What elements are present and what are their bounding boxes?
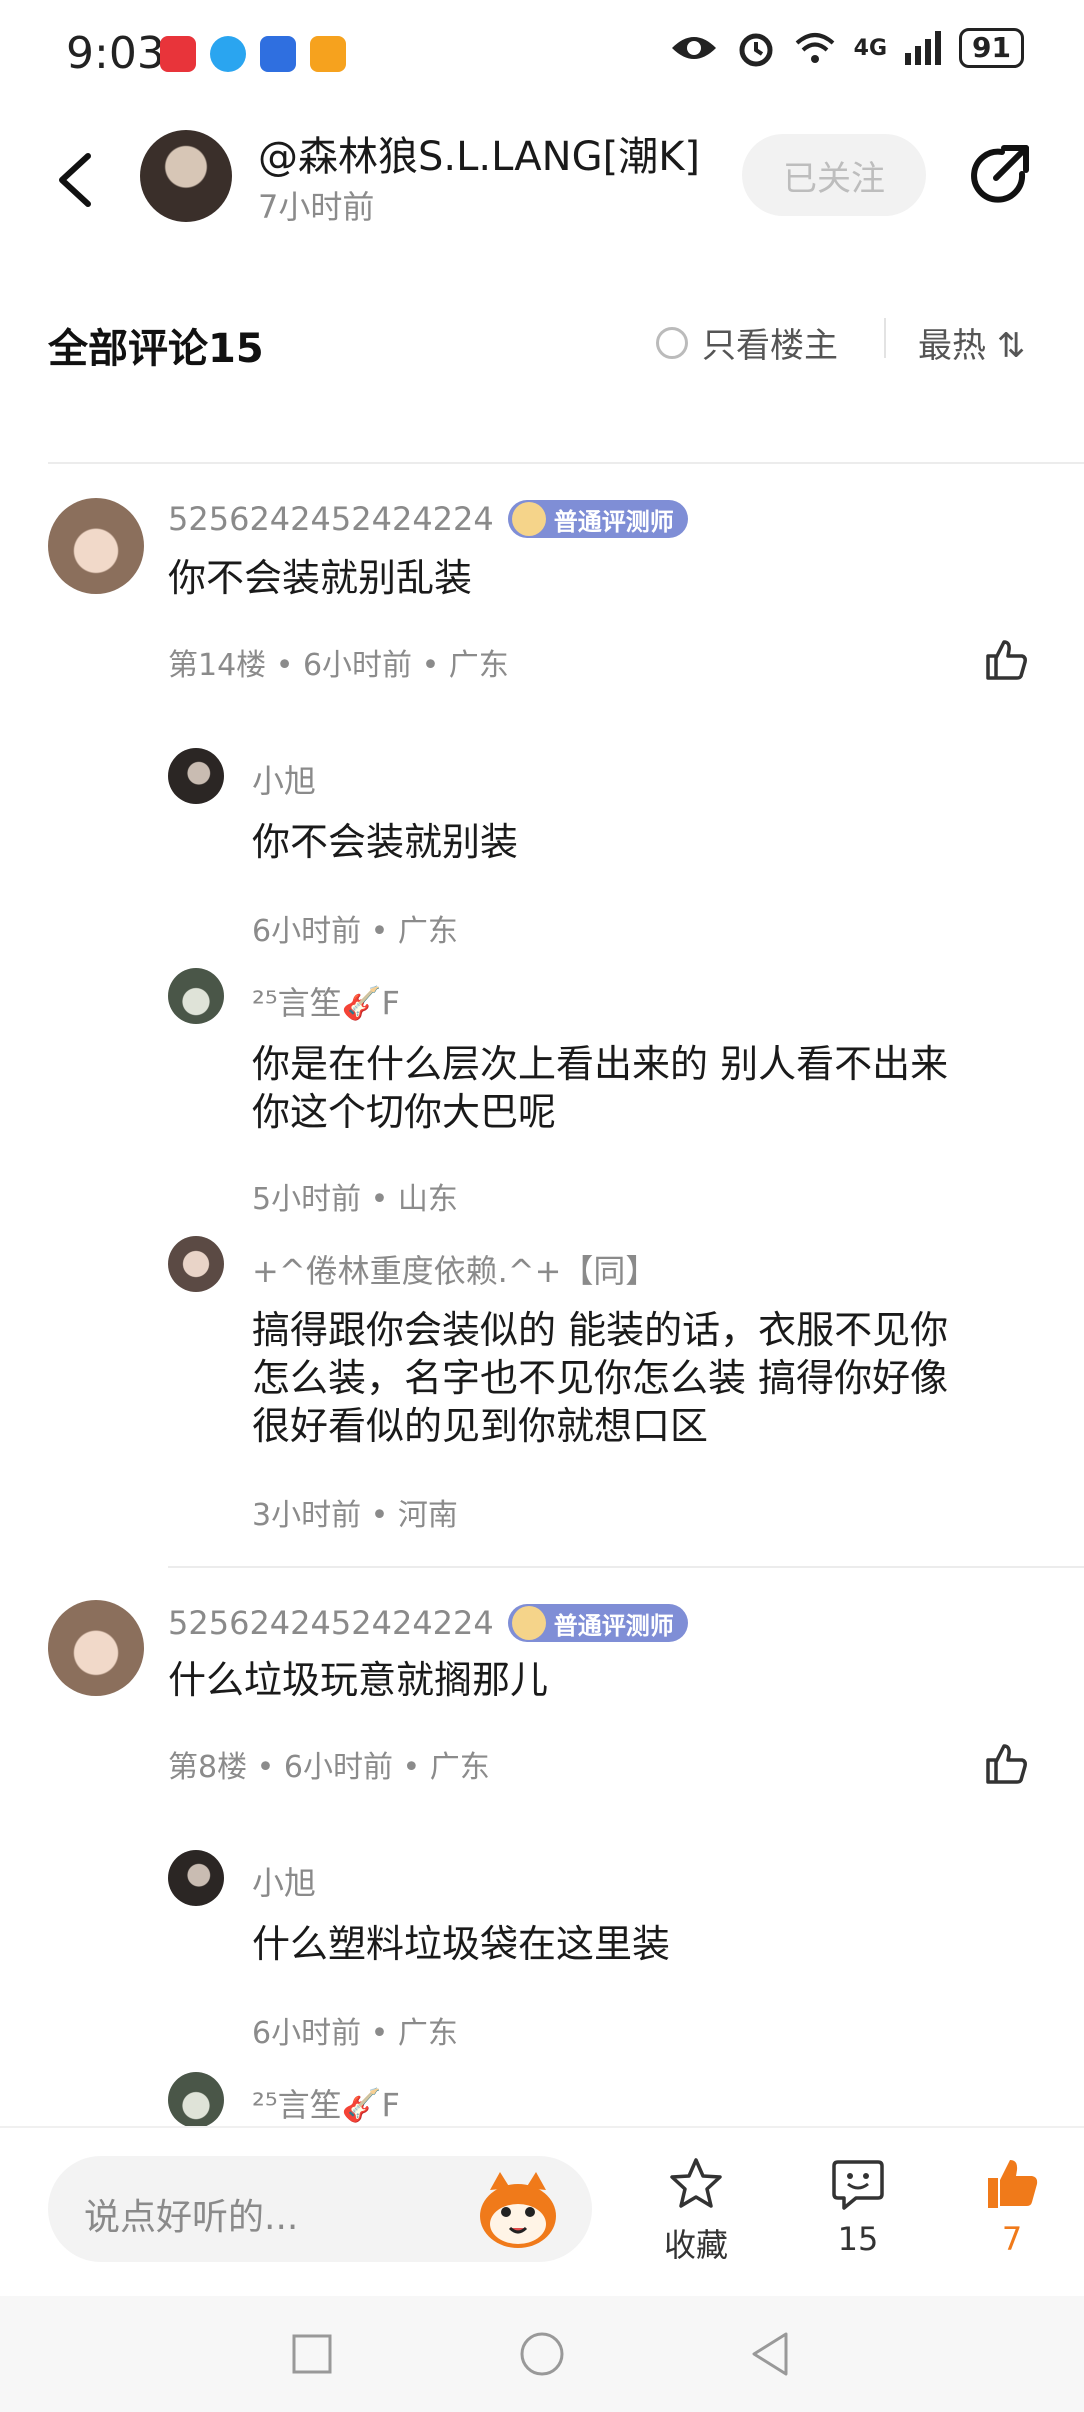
wifi-icon (795, 33, 834, 63)
reply-text-line: 搞得跟你会装似的 能装的话，衣服不见你 (252, 1308, 949, 1352)
app-notification-icon (160, 36, 196, 72)
reply-user-name[interactable]: +^倦林重度依赖.^+【同】 (252, 1246, 657, 1292)
commenter-avatar[interactable] (48, 498, 144, 594)
comment-bubble-icon (832, 2160, 884, 2210)
radio-icon[interactable] (656, 326, 688, 359)
reply-meta: 3小时前 • 河南 (252, 1498, 458, 1533)
reply-avatar[interactable] (168, 1236, 224, 1292)
reply-meta: 5小时前 • 山东 (252, 1182, 458, 1217)
notification-icons (160, 36, 346, 72)
badge-icon (511, 1606, 546, 1640)
comment-count: 15 (837, 2220, 879, 2258)
comment-input-placeholder: 说点好听的... (84, 2197, 299, 2238)
reply-avatar[interactable] (168, 2072, 224, 2128)
reply-text-line: 你是在什么层次上看出来的 别人看不出来 (252, 1042, 949, 1086)
author-avatar[interactable] (140, 130, 232, 222)
star-icon (670, 2158, 722, 2208)
back-icon[interactable] (50, 150, 100, 210)
thumbs-up-icon[interactable] (982, 1740, 1030, 1788)
recent-apps-icon[interactable] (290, 2332, 334, 2376)
app-notification-icon (310, 36, 346, 72)
battery-indicator: 91 (959, 28, 1024, 68)
reply-text-line: 怎么装，名字也不见你怎么装 搞得你好像 (252, 1356, 949, 1400)
signal-icon (905, 31, 942, 65)
reply-user-name[interactable]: 小旭 (252, 1858, 316, 1904)
follow-button[interactable]: 已关注 (742, 134, 926, 216)
reply-text: 你不会装就别装 (252, 820, 519, 864)
comment-text: 什么垃圾玩意就搁那儿 (168, 1658, 549, 1702)
reply-user-name[interactable]: 小旭 (252, 756, 316, 802)
favorite-label: 收藏 (663, 2226, 728, 2264)
reviewer-badge: 普通评测师 (507, 1604, 688, 1642)
mascot-emoji-icon[interactable] (476, 2170, 560, 2250)
divider (168, 1566, 1084, 1568)
reply-text: 什么塑料垃圾袋在这里装 (252, 1922, 671, 1966)
comment-meta: 第14楼 • 6小时前 • 广东 (168, 648, 509, 683)
app-notification-icon (210, 36, 246, 72)
app-notification-icon (260, 36, 296, 72)
status-indicators: 4G 91 (670, 28, 1024, 68)
comment-meta: 第8楼 • 6小时前 • 广东 (168, 1750, 490, 1785)
commenter-name[interactable]: 5256242452424224 (168, 1604, 494, 1642)
like-post-button[interactable]: 7 (962, 2156, 1062, 2258)
badge-label: 普通评测师 (553, 507, 674, 536)
share-icon[interactable] (966, 144, 1032, 210)
op-only-toggle[interactable]: 只看楼主 (656, 318, 838, 367)
post-time: 7小时前 (258, 188, 375, 226)
op-only-label: 只看楼主 (702, 326, 838, 366)
home-icon[interactable] (518, 2330, 566, 2378)
like-count: 7 (1001, 2220, 1023, 2258)
thumbs-up-icon[interactable] (982, 636, 1030, 684)
comments-button[interactable]: 15 (808, 2156, 908, 2258)
status-time: 9:03 (66, 28, 165, 79)
reply-text-line: 很好看似的见到你就想口区 (252, 1404, 709, 1448)
reply-user-name[interactable]: ²⁵言笙🎸F (252, 978, 400, 1024)
reply-text-line: 你这个切你大巴呢 (252, 1090, 557, 1134)
comment-user-row: 5256242452424224 普通评测师 (168, 500, 688, 538)
eye-icon (671, 37, 716, 59)
comment-user-row: 5256242452424224 普通评测师 (168, 1604, 688, 1642)
badge-icon (511, 502, 546, 536)
reply-avatar[interactable] (168, 1850, 224, 1906)
commenter-name[interactable]: 5256242452424224 (168, 500, 494, 538)
thumbs-up-filled-icon (988, 2160, 1038, 2208)
reply-user-name[interactable]: ²⁵言笙🎸F (252, 2080, 400, 2126)
reviewer-badge: 普通评测师 (507, 500, 688, 538)
alarm-icon (739, 33, 773, 67)
comment-text: 你不会装就别乱装 (168, 556, 473, 600)
reply-meta: 6小时前 • 广东 (252, 914, 458, 949)
back-nav-icon[interactable] (748, 2330, 792, 2378)
network-type: 4G (853, 35, 888, 61)
reply-avatar[interactable] (168, 748, 224, 804)
badge-label: 普通评测师 (553, 1611, 674, 1640)
divider (884, 318, 886, 358)
divider (48, 462, 1084, 464)
author-name[interactable]: @森林狼S.L.LANG[潮K] (258, 124, 700, 182)
comments-count-title: 全部评论15 (48, 326, 264, 372)
reply-meta: 6小时前 • 广东 (252, 2016, 458, 2051)
commenter-avatar[interactable] (48, 1600, 144, 1696)
favorite-button[interactable]: 收藏 (646, 2156, 746, 2266)
reply-avatar[interactable] (168, 968, 224, 1024)
sort-dropdown[interactable]: 最热 ⇅ (918, 318, 1036, 367)
